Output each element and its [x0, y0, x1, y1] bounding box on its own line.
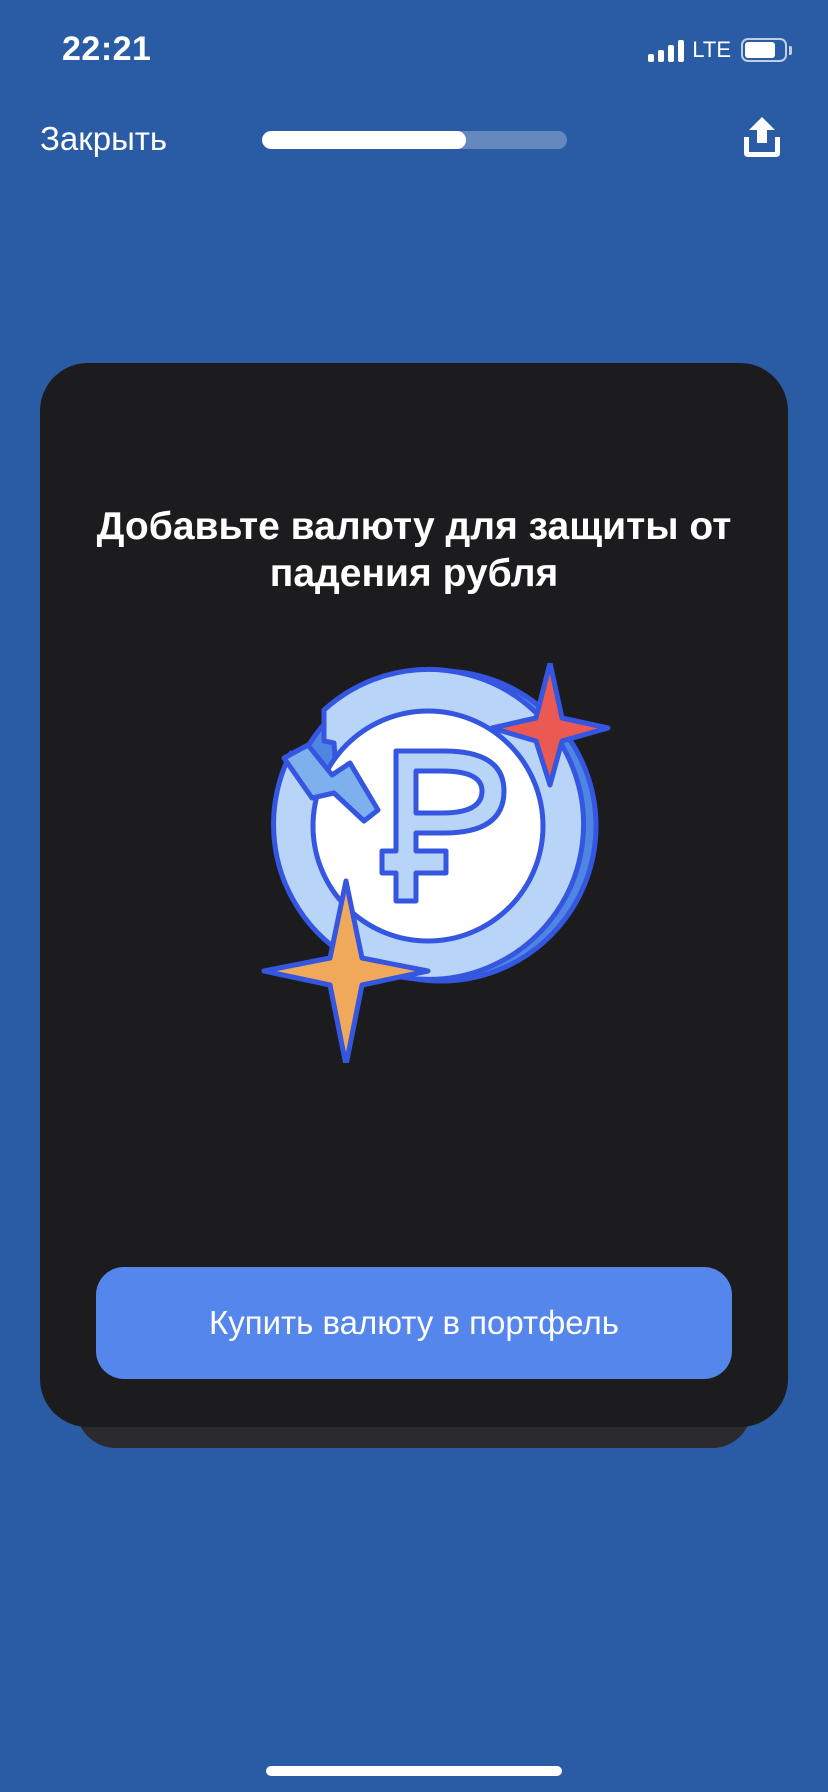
network-type: LTE — [692, 37, 731, 62]
buy-currency-button[interactable]: Купить валюту в портфель — [96, 1267, 732, 1379]
battery-tip — [789, 45, 792, 55]
story-progress-bar — [262, 131, 567, 149]
status-bar: 22:21 LTE — [0, 0, 828, 100]
status-indicators: LTE — [648, 36, 792, 64]
home-indicator — [266, 1766, 562, 1776]
share-upload-icon — [744, 117, 780, 157]
close-button[interactable]: Закрыть — [40, 120, 167, 158]
battery-icon — [741, 38, 787, 62]
card-title: Добавьте валюту для защиты от падения ру… — [96, 505, 732, 595]
cellular-signal-icon — [648, 38, 685, 62]
ruble-coin-icon — [261, 660, 611, 1068]
story-progress-fill — [262, 131, 467, 149]
ruble-coin-illustration — [216, 660, 616, 1068]
status-time: 22:21 — [62, 30, 152, 68]
share-button[interactable] — [738, 113, 786, 161]
story-card: Добавьте валюту для защиты от падения ру… — [40, 363, 788, 1427]
